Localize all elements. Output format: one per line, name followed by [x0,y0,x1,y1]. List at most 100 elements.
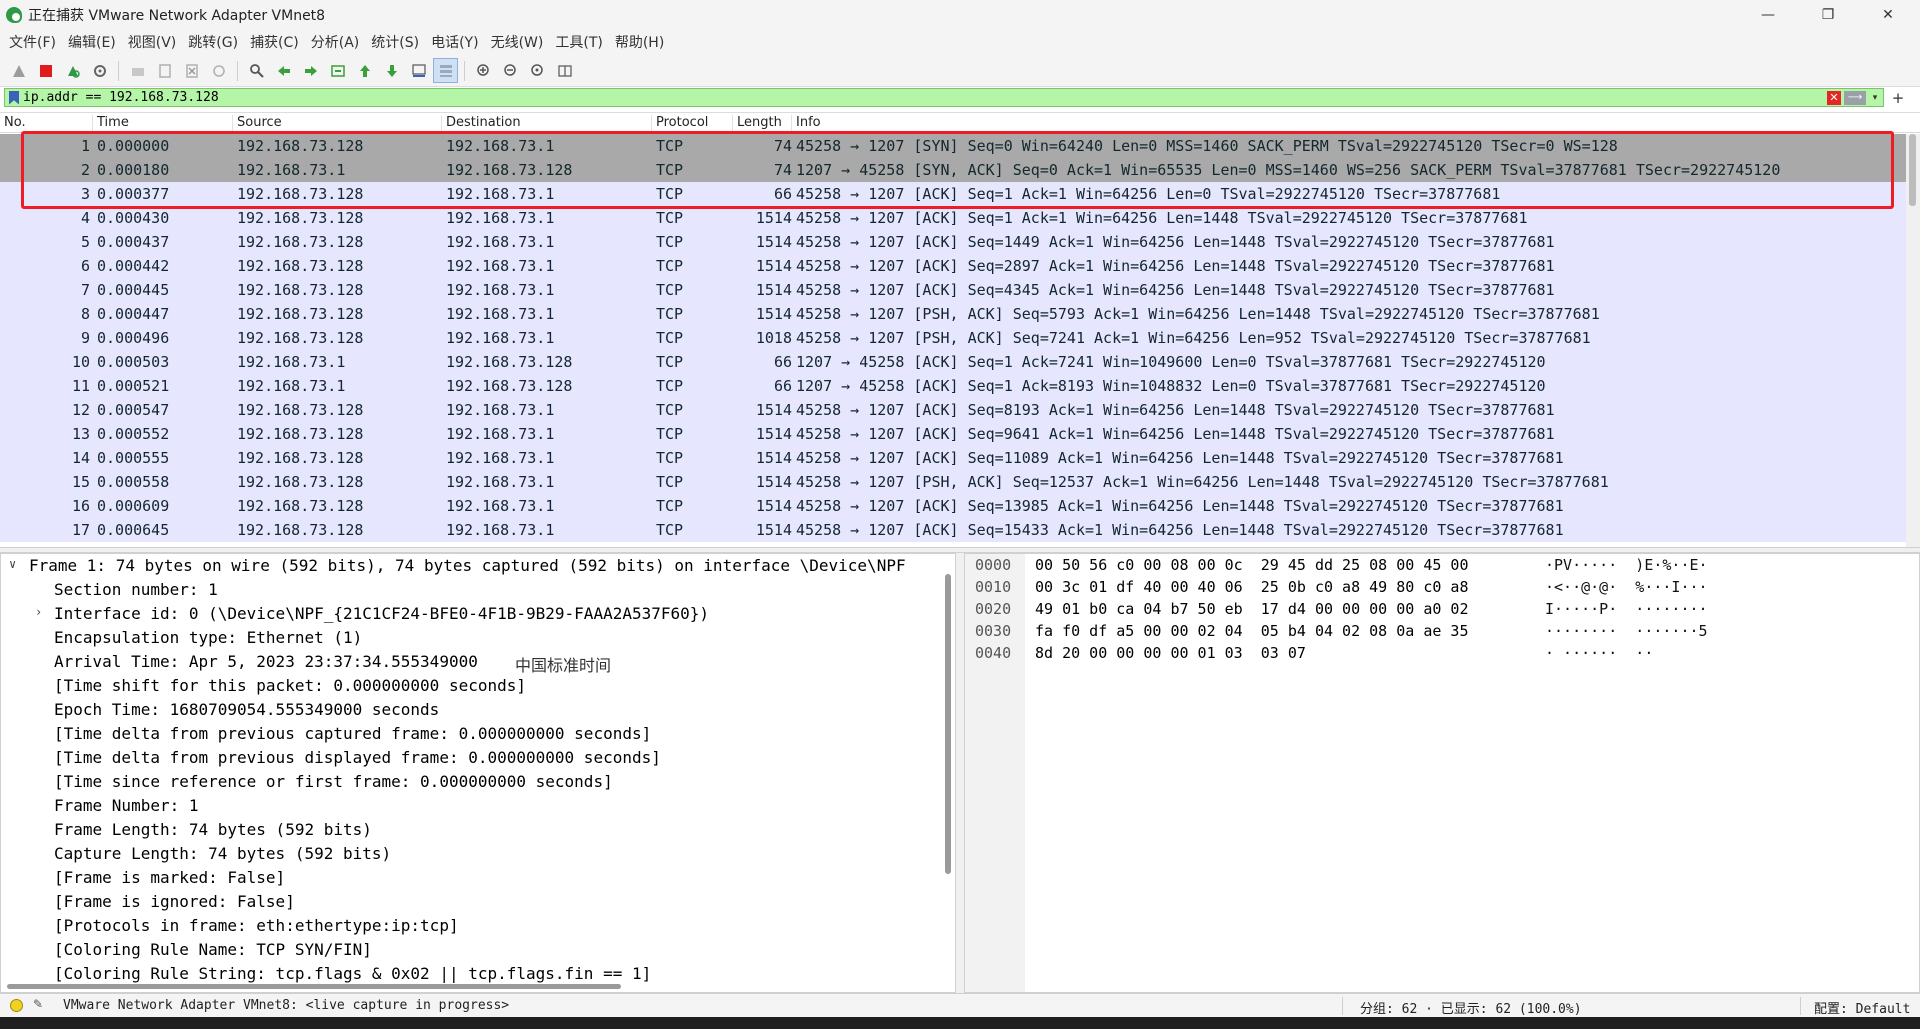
autoscroll-button[interactable] [406,58,431,83]
detail-field-row[interactable]: Frame Length: 74 bytes (592 bits) [1,818,941,842]
menu-edit[interactable]: 编辑(E) [62,32,122,52]
restore-button[interactable]: ❐ [1800,0,1856,29]
packet-row[interactable]: 8 0.000447 192.168.73.128 192.168.73.1 TCP 15… [0,302,1906,326]
packet-destination-cell: 192.168.73.1 [446,233,555,251]
apply-filter-button[interactable]: ⟶ [1844,90,1866,105]
column-header-source[interactable]: Source [232,115,282,132]
detail-field-row[interactable]: Epoch Time: 1680709054.555349000 seconds [1,698,941,722]
menu-go[interactable]: 跳转(G) [182,32,244,52]
packet-row[interactable]: 17 0.000645 192.168.73.128 192.168.73.1 TCP 1… [0,518,1906,542]
menu-help[interactable]: 帮助(H) [609,32,670,52]
packet-row[interactable]: 13 0.000552 192.168.73.128 192.168.73.1 TCP 1… [0,422,1906,446]
detail-field-row[interactable]: Frame Number: 1 [1,794,941,818]
packet-row[interactable]: 12 0.000547 192.168.73.128 192.168.73.1 TCP 1… [0,398,1906,422]
detail-field-row[interactable]: [Coloring Rule String: tcp.flags & 0x02 … [1,962,941,986]
resize-columns-button[interactable] [552,58,577,83]
clear-filter-button[interactable]: ✕ [1827,90,1841,105]
go-to-packet-button[interactable] [325,58,350,83]
close-file-icon [185,63,198,78]
hex-row[interactable]: 0040 8d 20 00 00 00 00 01 03 03 07 · ·····… [965,642,1915,664]
packet-row[interactable]: 9 0.000496 192.168.73.128 192.168.73.1 TCP 10… [0,326,1906,350]
packet-row[interactable]: 5 0.000437 192.168.73.128 192.168.73.1 TCP 15… [0,230,1906,254]
chevron-down-icon[interactable]: ∨ [9,557,16,571]
packet-row[interactable]: 6 0.000442 192.168.73.128 192.168.73.1 TCP 15… [0,254,1906,278]
reload-file-button[interactable] [206,58,231,83]
go-last-button[interactable] [379,58,404,83]
add-filter-button[interactable]: + [1890,88,1906,107]
packet-details-pane: ∨ Frame 1: 74 bytes on wire (592 bits), 7… [0,553,956,993]
save-file-button[interactable] [152,58,177,83]
profile-selector[interactable]: 配置: Default [1814,998,1910,1017]
frame-summary-row[interactable]: ∨ Frame 1: 74 bytes on wire (592 bits), 7… [1,554,941,578]
hex-row[interactable]: 0000 00 50 56 c0 00 08 00 0c 29 45 dd 25 … [965,554,1915,576]
detail-field-row[interactable]: [Time delta from previous displayed fram… [1,746,941,770]
packet-no-cell: 14 [71,449,90,467]
packet-row[interactable]: 11 0.000521 192.168.73.1 192.168.73.128 TCP 6… [0,374,1906,398]
start-capture-button[interactable] [6,58,31,83]
expert-info-icon[interactable] [10,999,23,1012]
go-first-button[interactable] [352,58,377,83]
close-button[interactable]: ✕ [1860,0,1916,29]
packet-row[interactable]: 7 0.000445 192.168.73.128 192.168.73.1 TCP 15… [0,278,1906,302]
minimize-button[interactable]: — [1740,0,1796,29]
detail-field-row[interactable]: [Time since reference or first frame: 0.… [1,770,941,794]
details-scrollbar[interactable] [941,574,953,944]
hex-row[interactable]: 0020 49 01 b0 ca 04 b7 50 eb 17 d4 00 00 … [965,598,1915,620]
packet-list-scroll-thumb[interactable] [1909,134,1916,206]
detail-field-row[interactable]: [Time delta from previous captured frame… [1,722,941,746]
find-packet-button[interactable] [244,58,269,83]
zoom-out-button[interactable] [498,58,523,83]
detail-field-row[interactable]: Section number: 1 [1,578,941,602]
column-header-no[interactable]: No. [0,115,26,132]
menu-statistics[interactable]: 统计(S) [365,32,425,52]
menu-file[interactable]: 文件(F) [3,32,62,52]
restart-capture-button[interactable] [60,58,85,83]
zoom-in-button[interactable] [471,58,496,83]
detail-field-row[interactable]: [Coloring Rule Name: TCP SYN/FIN] [1,938,941,962]
detail-field-row[interactable]: [Protocols in frame: eth:ethertype:ip:tc… [1,914,941,938]
filter-history-dropdown[interactable]: ▾ [1869,91,1881,105]
close-file-button[interactable] [179,58,204,83]
menu-wireless[interactable]: 无线(W) [485,32,550,52]
detail-field-row[interactable]: [Frame is marked: False] [1,866,941,890]
zoom-reset-button[interactable] [525,58,550,83]
detail-field-row[interactable]: Encapsulation type: Ethernet (1) [1,626,941,650]
colorize-button[interactable] [433,58,458,83]
packet-row[interactable]: 14 0.000555 192.168.73.128 192.168.73.1 TCP 1… [0,446,1906,470]
stop-capture-button[interactable] [33,58,58,83]
packet-no-cell: 6 [80,257,90,275]
hex-row[interactable]: 0010 00 3c 01 df 40 00 40 06 25 0b c0 a8 … [965,576,1915,598]
menu-tools[interactable]: 工具(T) [549,32,608,52]
display-filter-input[interactable] [23,89,1827,106]
menu-analyze[interactable]: 分析(A) [305,32,366,52]
detail-field-row[interactable]: › Interface id: 0 (\Device\NPF_{21C1CF24-… [1,602,941,626]
go-forward-button[interactable] [298,58,323,83]
vertical-splitter[interactable] [956,553,964,993]
bookmark-icon[interactable] [9,90,19,105]
hex-row[interactable]: 0030 fa f0 df a5 00 00 02 04 05 b4 04 02 … [965,620,1915,642]
detail-field-row[interactable]: [Time shift for this packet: 0.000000000… [1,674,941,698]
open-file-button[interactable] [125,58,150,83]
detail-field-row[interactable]: [Frame is ignored: False] [1,890,941,914]
column-header-destination[interactable]: Destination [441,115,521,132]
menu-telephony[interactable]: 电话(Y) [425,32,484,52]
menu-view[interactable]: 视图(V) [122,32,183,52]
packet-row[interactable]: 16 0.000609 192.168.73.128 192.168.73.1 TCP 1… [0,494,1906,518]
edit-comment-icon[interactable]: ✎ [33,997,47,1011]
column-header-length[interactable]: Length [732,115,782,132]
go-back-button[interactable] [271,58,296,83]
packet-row[interactable]: 10 0.000503 192.168.73.1 192.168.73.128 TCP 6… [0,350,1906,374]
column-header-protocol[interactable]: Protocol [651,115,708,132]
detail-field-row[interactable]: Capture Length: 74 bytes (592 bits) [1,842,941,866]
details-scroll-thumb[interactable] [945,574,951,874]
column-header-info[interactable]: Info [791,115,821,132]
menu-capture[interactable]: 捕获(C) [244,32,305,52]
detail-field-row[interactable]: Arrival Time: Apr 5, 2023 23:37:34.55534… [1,650,941,675]
packet-protocol-cell: TCP [656,305,684,323]
packet-row[interactable]: 15 0.000558 192.168.73.128 192.168.73.1 TCP 1… [0,470,1906,494]
packet-row[interactable]: 4 0.000430 192.168.73.128 192.168.73.1 TCP 15… [0,206,1906,230]
capture-options-button[interactable] [87,58,112,83]
column-header-time[interactable]: Time [92,115,129,132]
packet-list-scrollbar[interactable] [1906,134,1920,547]
chevron-right-icon[interactable]: › [35,605,42,619]
